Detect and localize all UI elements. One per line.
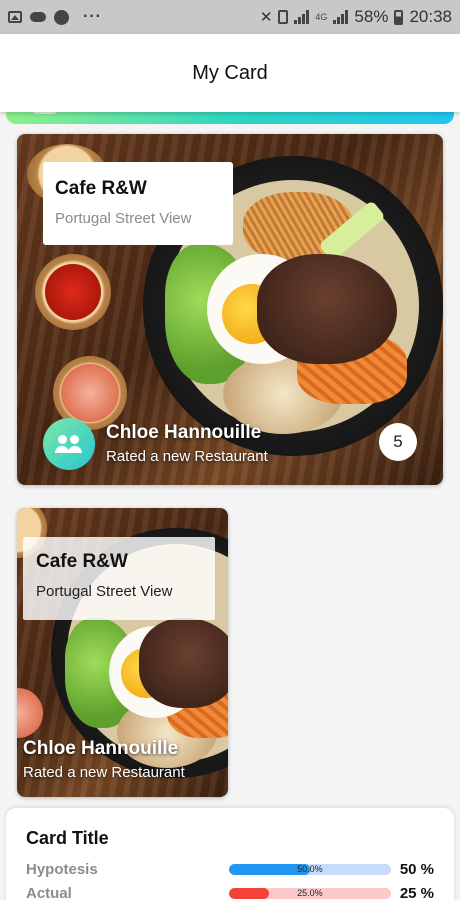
page-title: My Card bbox=[192, 61, 268, 84]
restaurant-location: Portugal Street View bbox=[55, 210, 192, 227]
stat-value: 50 % bbox=[399, 860, 435, 878]
restaurant-card-small[interactable]: Cafe R&W Portugal Street View Chloe Hann… bbox=[17, 508, 228, 797]
restaurant-name: Cafe R&W bbox=[36, 551, 128, 572]
whatsapp-icon bbox=[54, 9, 69, 25]
stats-list: Hypotesis 50.0% 50 % Actual 25.0% 25 % bbox=[26, 857, 434, 900]
poster-name: Chloe Hannouille bbox=[106, 422, 262, 443]
card-title: Card Title bbox=[26, 828, 109, 848]
restaurant-info-box: Cafe R&W Portugal Street View bbox=[43, 162, 233, 245]
network-type: 4G bbox=[315, 12, 328, 22]
app-bar: My Card bbox=[0, 34, 460, 112]
battery-percent: 58% bbox=[354, 7, 389, 26]
progress-bar: 50.0% bbox=[228, 863, 391, 875]
stat-row-actual: Actual 25.0% 25 % bbox=[26, 881, 434, 900]
status-bar: ··· ✕ 4G 58% 20:38 bbox=[0, 0, 460, 34]
count-badge[interactable]: 5 bbox=[379, 423, 417, 461]
restaurant-info-box: Cafe R&W Portugal Street View bbox=[23, 537, 215, 620]
clock: 20:38 bbox=[409, 7, 452, 26]
status-right: ✕ 4G 58% 20:38 bbox=[260, 7, 452, 27]
poster-action: Rated a new Restaurant bbox=[106, 448, 268, 465]
restaurant-card-large[interactable]: Cafe R&W Portugal Street View Chloe Hann… bbox=[17, 134, 443, 485]
status-left: ··· bbox=[8, 8, 102, 26]
poster-action: Rated a new Restaurant bbox=[23, 764, 185, 781]
stat-row-hypotesis: Hypotesis 50.0% 50 % bbox=[26, 857, 434, 881]
restaurant-name: Cafe R&W bbox=[55, 178, 147, 199]
stat-label: Hypotesis bbox=[26, 860, 98, 878]
progress-text: 25.0% bbox=[297, 887, 323, 898]
restaurant-location: Portugal Street View bbox=[36, 583, 173, 600]
cloud-icon bbox=[30, 12, 46, 22]
progress-bar: 25.0% bbox=[228, 887, 391, 899]
progress-text: 50.0% bbox=[297, 863, 323, 874]
avatar[interactable] bbox=[43, 418, 95, 470]
poster-name: Chloe Hannouille bbox=[23, 738, 179, 759]
mute-icon: ✕ bbox=[259, 9, 273, 26]
people-icon bbox=[55, 435, 83, 453]
stats-card[interactable]: Card Title Hypotesis 50.0% 50 % Actual 2… bbox=[6, 808, 454, 900]
sim-icon bbox=[278, 10, 289, 24]
stat-label: Actual bbox=[26, 884, 72, 900]
signal-icon-2 bbox=[333, 10, 349, 24]
more-icon: ··· bbox=[83, 8, 102, 25]
battery-icon bbox=[394, 9, 404, 25]
stat-value: 25 % bbox=[399, 884, 435, 900]
signal-icon bbox=[294, 10, 310, 24]
image-icon bbox=[8, 11, 22, 23]
